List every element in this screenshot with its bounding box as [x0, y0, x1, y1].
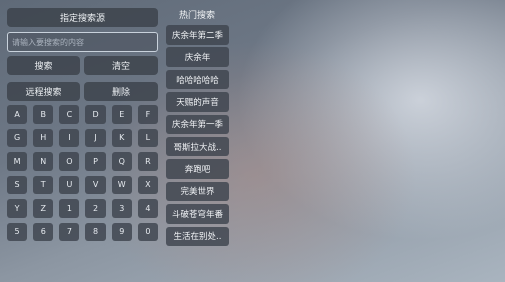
hot-search-item[interactable]: 哥斯拉大战..	[166, 136, 229, 157]
key-3[interactable]: 3	[111, 199, 132, 218]
key-g[interactable]: G	[7, 128, 28, 147]
key-v[interactable]: V	[85, 175, 106, 194]
hot-search-item[interactable]: 斗破苍穹年番	[166, 204, 229, 224]
key-1[interactable]: 1	[59, 199, 80, 218]
hot-search-item[interactable]: 哈哈哈哈哈	[166, 69, 229, 90]
hot-search-item[interactable]: 完美世界	[166, 181, 229, 202]
hot-search-item[interactable]: 庆余年	[166, 47, 229, 67]
key-c[interactable]: C	[59, 105, 80, 124]
key-m[interactable]: M	[7, 152, 28, 171]
key-p[interactable]: P	[85, 152, 106, 171]
hot-search-title: 热门搜索	[178, 11, 215, 21]
key-8[interactable]: 8	[85, 222, 106, 241]
hot-search-list: 庆余年第二季 庆余年 哈哈哈哈哈 天赐的声音 庆余年第一季 哥斯拉大战.. 奔跑…	[166, 25, 229, 249]
key-q[interactable]: Q	[111, 152, 132, 171]
key-t[interactable]: T	[33, 175, 54, 194]
key-0[interactable]: 0	[137, 222, 158, 241]
key-6[interactable]: 6	[33, 222, 54, 241]
key-f[interactable]: F	[137, 105, 158, 124]
clear-button[interactable]: 清空	[84, 56, 158, 75]
delete-button[interactable]: 删除	[84, 82, 158, 101]
key-o[interactable]: O	[59, 152, 80, 171]
keyboard: A B C D E F G H I J K L M N O P Q R S T …	[7, 105, 158, 241]
key-z[interactable]: Z	[33, 199, 54, 218]
key-d[interactable]: D	[85, 105, 106, 124]
remote-search-button[interactable]: 远程搜索	[7, 82, 80, 101]
key-k[interactable]: K	[111, 128, 132, 147]
key-l[interactable]: L	[137, 128, 158, 147]
hot-search-item[interactable]: 庆余年第二季	[166, 25, 229, 45]
key-s[interactable]: S	[7, 175, 28, 194]
search-button[interactable]: 搜索	[7, 56, 80, 75]
key-e[interactable]: E	[111, 105, 132, 124]
key-4[interactable]: 4	[137, 199, 158, 218]
key-2[interactable]: 2	[85, 199, 106, 218]
key-h[interactable]: H	[33, 128, 54, 147]
search-input[interactable]: 请输入要搜索的内容	[7, 32, 158, 52]
key-r[interactable]: R	[137, 152, 158, 171]
search-source-button[interactable]: 指定搜索源	[7, 8, 158, 27]
key-i[interactable]: I	[59, 128, 80, 147]
key-n[interactable]: N	[33, 152, 54, 171]
key-w[interactable]: W	[111, 175, 132, 194]
hot-search-item[interactable]: 庆余年第一季	[166, 114, 229, 135]
key-a[interactable]: A	[7, 105, 28, 124]
key-9[interactable]: 9	[111, 222, 132, 241]
key-j[interactable]: J	[85, 128, 106, 147]
key-u[interactable]: U	[59, 175, 80, 194]
key-5[interactable]: 5	[7, 222, 28, 241]
key-7[interactable]: 7	[59, 222, 80, 241]
hot-search-item[interactable]: 天赐的声音	[166, 92, 229, 112]
key-b[interactable]: B	[33, 105, 54, 124]
key-x[interactable]: X	[137, 175, 158, 194]
hot-search-item[interactable]: 生活在别处..	[166, 226, 229, 247]
hot-search-item[interactable]: 奔跑吧	[166, 159, 229, 179]
key-y[interactable]: Y	[7, 199, 28, 218]
